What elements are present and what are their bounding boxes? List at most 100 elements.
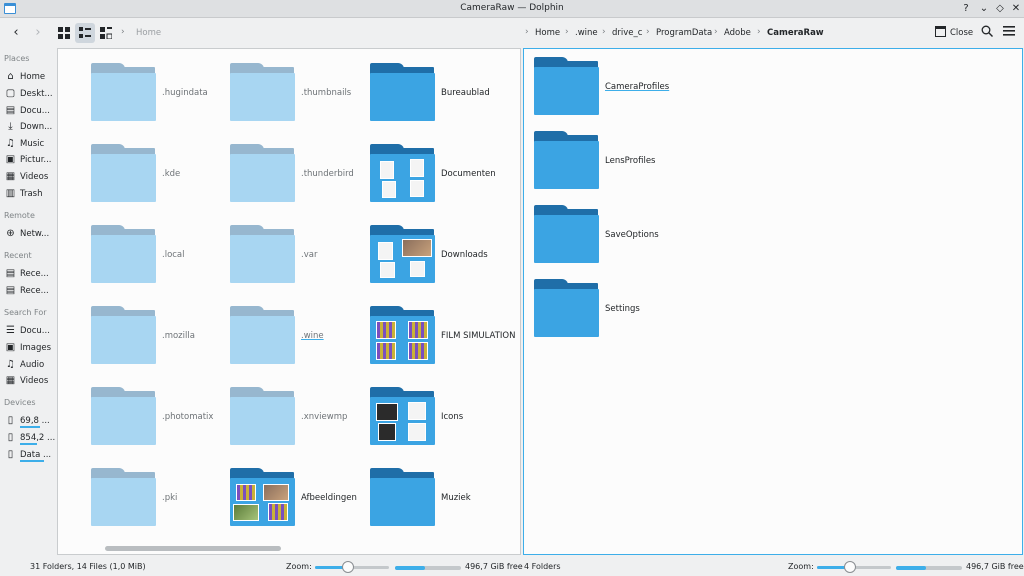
left-zoom-label: Zoom: bbox=[286, 562, 312, 571]
folder-icon bbox=[230, 63, 296, 121]
breadcrumb-programdata[interactable]: ProgramData bbox=[656, 28, 712, 38]
right-status-summary: 4 Folders bbox=[524, 562, 561, 571]
folder-name: .wine bbox=[301, 331, 324, 341]
folder-item[interactable]: .photomatix bbox=[91, 387, 231, 449]
folder-item[interactable]: Muziek bbox=[370, 468, 510, 530]
status-bar: 31 Folders, 14 Files (1,0 MiB) Zoom: 496… bbox=[0, 557, 1024, 576]
folder-item[interactable]: Settings bbox=[534, 279, 674, 341]
folder-icon bbox=[370, 468, 436, 526]
left-zoom-slider[interactable] bbox=[315, 561, 389, 573]
close-split-button[interactable]: Close bbox=[950, 28, 973, 38]
thumbnail bbox=[376, 403, 398, 421]
folder-item[interactable]: .thumbnails bbox=[230, 63, 370, 125]
folder-item[interactable]: CameraProfiles bbox=[534, 57, 674, 119]
maximize-button[interactable]: ◇ bbox=[993, 2, 1007, 16]
sidebar-item-trash[interactable]: ▥ Trash bbox=[4, 187, 56, 201]
breadcrumb-wine[interactable]: .wine bbox=[575, 28, 598, 38]
folder-item[interactable]: Bureaublad bbox=[370, 63, 510, 125]
back-button[interactable]: ‹ bbox=[6, 23, 26, 43]
horizontal-scrollbar[interactable] bbox=[105, 546, 281, 551]
zoom-handle[interactable] bbox=[844, 561, 857, 573]
minimize-button[interactable]: ⌄ bbox=[977, 2, 991, 16]
breadcrumb-separator-icon: › bbox=[121, 27, 125, 37]
folder-item[interactable]: SaveOptions bbox=[534, 205, 674, 267]
breadcrumb-cameraraw[interactable]: CameraRaw bbox=[767, 28, 824, 38]
folder-item[interactable]: Downloads bbox=[370, 225, 510, 287]
left-pane-breadcrumb-home[interactable]: Home bbox=[136, 28, 161, 38]
sidebar-item-recent-locations[interactable]: ▤ Rece... bbox=[4, 284, 56, 298]
sidebar-item-downloads[interactable]: ⤓ Down... bbox=[4, 120, 56, 134]
breadcrumb-adobe[interactable]: Adobe bbox=[724, 28, 751, 38]
close-split-icon[interactable] bbox=[935, 26, 946, 37]
sidebar-item-recent-files[interactable]: ▤ Rece... bbox=[4, 267, 56, 281]
left-status-summary: 31 Folders, 14 Files (1,0 MiB) bbox=[30, 562, 146, 571]
folder-icon bbox=[230, 144, 296, 202]
help-button[interactable]: ? bbox=[959, 2, 973, 16]
drive-icon: ▯ bbox=[7, 415, 14, 426]
folder-name: .photomatix bbox=[162, 412, 214, 422]
left-file-view[interactable]: .hugindata .kde .local .mozilla .photoma… bbox=[57, 48, 521, 555]
sidebar-item-desktop[interactable]: ▢ Deskt... bbox=[4, 87, 56, 101]
sidebar-item-search-audio[interactable]: ♫ Audio bbox=[4, 358, 56, 372]
folder-item[interactable]: .local bbox=[91, 225, 231, 287]
window-title: CameraRaw — Dolphin bbox=[460, 3, 564, 13]
right-file-view[interactable]: CameraProfiles LensProfiles SaveOptions … bbox=[523, 48, 1023, 555]
sidebar-item-device-3[interactable]: ▯ Data ... bbox=[4, 448, 56, 462]
hamburger-menu-icon[interactable] bbox=[1003, 26, 1015, 39]
folder-item[interactable]: .mozilla bbox=[91, 306, 231, 368]
folder-item[interactable]: .pki bbox=[91, 468, 231, 530]
zoom-handle[interactable] bbox=[342, 561, 355, 573]
folder-item[interactable]: Afbeeldingen bbox=[230, 468, 370, 530]
videos-icon: ▦ bbox=[5, 171, 16, 182]
compact-view-button[interactable] bbox=[75, 23, 95, 43]
breadcrumb-home[interactable]: Home bbox=[535, 28, 560, 38]
sidebar-item-music[interactable]: ♫ Music bbox=[4, 137, 56, 151]
icons-view-button[interactable] bbox=[54, 23, 74, 43]
sidebar-item-search-documents[interactable]: ☰ Docu... bbox=[4, 324, 56, 338]
folder-item[interactable]: .thunderbird bbox=[230, 144, 370, 206]
sidebar-item-device-2[interactable]: ▯ 854,2 ... bbox=[4, 431, 56, 445]
sidebar-item-search-images[interactable]: ▣ Images bbox=[4, 341, 56, 355]
folder-icon bbox=[230, 225, 296, 283]
folder-name: .mozilla bbox=[162, 331, 195, 341]
space-fill bbox=[896, 566, 926, 570]
thumbnail bbox=[410, 180, 424, 197]
right-zoom-slider[interactable] bbox=[817, 561, 891, 573]
folder-name: CameraProfiles bbox=[605, 82, 670, 92]
places-sidebar: Places ⌂ Home ▢ Deskt... ▤ Docu... ⤓ Down...… bbox=[0, 48, 57, 555]
thumbnail bbox=[376, 342, 396, 360]
folder-icon bbox=[534, 57, 600, 115]
folder-item[interactable]: .xnviewmp bbox=[230, 387, 370, 449]
sidebar-item-documents[interactable]: ▤ Docu... bbox=[4, 104, 56, 118]
sidebar-item-device-1[interactable]: ▯ 69,8 ... bbox=[4, 414, 56, 428]
device-usage-bar bbox=[20, 460, 44, 462]
home-icon: ⌂ bbox=[7, 71, 14, 82]
folder-item[interactable]: LensProfiles bbox=[534, 131, 674, 193]
sidebar-item-videos[interactable]: ▦ Videos bbox=[4, 170, 56, 184]
folder-item[interactable]: FILM SIMULATION bbox=[370, 306, 515, 368]
folder-icon bbox=[370, 144, 436, 202]
search-icon[interactable] bbox=[981, 25, 993, 40]
folder-item[interactable]: Documenten bbox=[370, 144, 510, 206]
folder-item[interactable]: .kde bbox=[91, 144, 231, 206]
folder-name: .thunderbird bbox=[301, 169, 354, 179]
folder-item[interactable]: Icons bbox=[370, 387, 510, 449]
close-window-button[interactable]: ✕ bbox=[1009, 2, 1023, 16]
forward-button[interactable]: › bbox=[28, 23, 48, 43]
folder-item[interactable]: .wine bbox=[230, 306, 370, 368]
folder-icon bbox=[230, 468, 296, 526]
drive-icon: ▯ bbox=[7, 432, 14, 443]
breadcrumb-separator-icon: › bbox=[646, 27, 650, 37]
folder-item[interactable]: .hugindata bbox=[91, 63, 231, 125]
breadcrumb-separator-icon: › bbox=[757, 27, 761, 37]
right-free-space-bar bbox=[896, 566, 962, 570]
sidebar-item-search-videos[interactable]: ▦ Videos bbox=[4, 374, 56, 388]
thumbnail bbox=[263, 484, 289, 501]
details-view-button[interactable] bbox=[96, 23, 116, 43]
breadcrumb-drive-c[interactable]: drive_c bbox=[612, 28, 642, 38]
folder-item[interactable]: .var bbox=[230, 225, 370, 287]
sidebar-item-pictures[interactable]: ▣ Pictur... bbox=[4, 153, 56, 167]
sidebar-item-network[interactable]: ⊕ Netw... bbox=[4, 227, 56, 241]
thumbnail bbox=[410, 261, 425, 277]
sidebar-item-home[interactable]: ⌂ Home bbox=[4, 70, 56, 84]
